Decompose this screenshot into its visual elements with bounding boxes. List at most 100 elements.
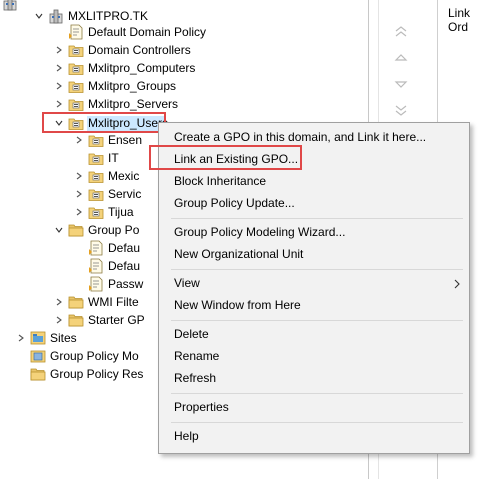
chevron-right-icon[interactable] <box>74 135 84 145</box>
ou-icon <box>68 60 84 76</box>
tree-label: Default Domain Policy <box>88 25 207 39</box>
tree-row-starter[interactable]: Starter GP <box>54 311 145 329</box>
tree-row-it[interactable]: IT <box>74 149 119 167</box>
tree-row-groups[interactable]: Mxlitpro_Groups <box>54 77 176 95</box>
move-down-icon[interactable] <box>392 76 410 92</box>
menu-separator <box>171 320 463 321</box>
menu-item-group-policy-update[interactable]: Group Policy Update... <box>174 193 295 213</box>
tree-label: Passw <box>108 277 144 291</box>
tree-row-domain-controllers[interactable]: Domain Controllers <box>54 41 191 59</box>
tree-row-sites[interactable]: Sites <box>16 329 77 347</box>
tree-label: Defau <box>108 241 141 255</box>
ou-icon <box>88 168 104 184</box>
chevron-right-icon[interactable] <box>54 297 64 307</box>
menu-item-new-ou[interactable]: New Organizational Unit <box>174 244 303 264</box>
gpo-link-icon <box>68 24 84 40</box>
tree-row-tijua[interactable]: Tijua <box>74 203 134 221</box>
tree-row-ensen[interactable]: Ensen <box>74 131 142 149</box>
tree-label: Group Policy Mo <box>50 349 139 363</box>
sites-icon <box>30 330 46 346</box>
submenu-arrow-icon <box>454 279 460 289</box>
tree-label: IT <box>108 151 119 165</box>
menu-item-create-gpo[interactable]: Create a GPO in this domain, and Link it… <box>174 127 426 147</box>
folder-icon <box>68 312 84 328</box>
menu-item-properties[interactable]: Properties <box>174 397 229 417</box>
chevron-down-icon[interactable] <box>54 225 64 235</box>
ou-icon <box>88 204 104 220</box>
chevron-right-icon[interactable] <box>74 171 84 181</box>
tree-row-wmi[interactable]: WMI Filte <box>54 293 139 311</box>
folder-icon <box>68 294 84 310</box>
tree-label: Domain Controllers <box>88 43 191 57</box>
menu-separator <box>171 422 463 423</box>
tree-label: Mexic <box>108 169 140 183</box>
tree-row-gpo-container[interactable]: Group Po <box>54 221 139 239</box>
tree-label: Defau <box>108 259 141 273</box>
tree-row-servic[interactable]: Servic <box>74 185 141 203</box>
gpo-icon <box>88 240 104 256</box>
menu-item-new-window[interactable]: New Window from Here <box>174 295 301 315</box>
gpo-icon <box>88 276 104 292</box>
menu-separator <box>171 269 463 270</box>
ou-icon <box>68 96 84 112</box>
link-existing-gpo-highlight-box <box>149 145 302 170</box>
tree-row-mexic[interactable]: Mexic <box>74 167 139 185</box>
chevron-right-icon[interactable] <box>54 81 64 91</box>
tree-row-gpo-1[interactable]: Defau <box>74 239 140 257</box>
tree-label: Mxlitpro_Computers <box>88 61 196 75</box>
tree-label: Group Po <box>88 223 140 237</box>
ou-icon <box>68 42 84 58</box>
menu-item-rename[interactable]: Rename <box>174 346 219 366</box>
tree-label: Tijua <box>108 205 134 219</box>
tree-row-gpo-2[interactable]: Defau <box>74 257 140 275</box>
tree-row-forest[interactable] <box>2 0 22 12</box>
chevron-down-icon[interactable] <box>34 11 44 21</box>
tree-row-default-domain-policy[interactable]: Default Domain Policy <box>54 23 206 41</box>
results-icon <box>30 366 46 382</box>
ou-icon <box>88 150 104 166</box>
forest-icon <box>2 0 18 11</box>
move-bottom-icon[interactable] <box>392 102 410 118</box>
chevron-right-icon[interactable] <box>74 207 84 217</box>
column-header-link-order[interactable]: Link Ord <box>448 6 485 34</box>
tree-row-results[interactable]: Group Policy Res <box>16 365 143 383</box>
menu-item-view[interactable]: View <box>174 273 200 293</box>
ou-icon <box>88 186 104 202</box>
tree-row-computers[interactable]: Mxlitpro_Computers <box>54 59 195 77</box>
tree-label: Ensen <box>108 133 143 147</box>
chevron-right-icon[interactable] <box>54 99 64 109</box>
chevron-right-icon[interactable] <box>54 315 64 325</box>
move-up-icon[interactable] <box>392 50 410 66</box>
modeling-icon <box>30 348 46 364</box>
menu-item-block-inheritance[interactable]: Block Inheritance <box>174 171 266 191</box>
menu-separator <box>171 393 463 394</box>
folder-icon <box>68 222 84 238</box>
ou-icon <box>68 78 84 94</box>
tree-label: Starter GP <box>88 313 145 327</box>
context-menu: Create a GPO in this domain, and Link it… <box>158 122 470 454</box>
tree-label: Mxlitpro_Servers <box>88 97 179 111</box>
chevron-right-icon[interactable] <box>16 333 26 343</box>
ou-icon <box>88 132 104 148</box>
menu-item-delete[interactable]: Delete <box>174 324 209 344</box>
users-highlight-box <box>42 112 166 133</box>
tree-row-servers[interactable]: Mxlitpro_Servers <box>54 95 178 113</box>
gpo-icon <box>88 258 104 274</box>
tree-label: Servic <box>108 187 142 201</box>
chevron-right-icon[interactable] <box>54 63 64 73</box>
menu-item-help[interactable]: Help <box>174 426 199 446</box>
tree-row-gpo-3[interactable]: Passw <box>74 275 143 293</box>
tree-row-modeling[interactable]: Group Policy Mo <box>16 347 139 365</box>
order-arrows <box>392 24 412 128</box>
tree-label: Mxlitpro_Groups <box>88 79 177 93</box>
menu-item-modeling-wizard[interactable]: Group Policy Modeling Wizard... <box>174 222 345 242</box>
domain-icon <box>48 8 64 24</box>
chevron-right-icon[interactable] <box>54 45 64 55</box>
tree-label: Group Policy Res <box>50 367 144 381</box>
move-top-icon[interactable] <box>392 24 410 40</box>
menu-separator <box>171 218 463 219</box>
chevron-right-icon[interactable] <box>74 189 84 199</box>
tree-label: WMI Filte <box>88 295 139 309</box>
tree-label: Sites <box>50 331 77 345</box>
menu-item-refresh[interactable]: Refresh <box>174 368 216 388</box>
